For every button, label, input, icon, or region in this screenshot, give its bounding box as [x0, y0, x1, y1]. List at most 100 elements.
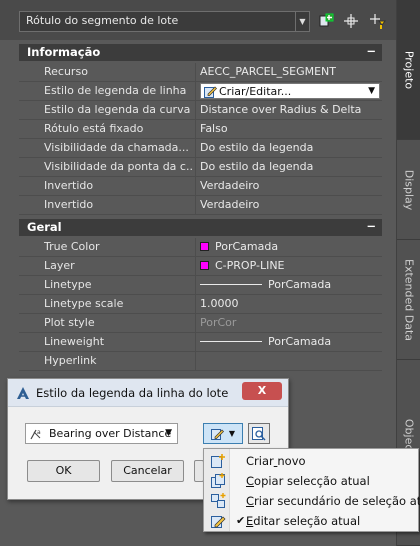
property-value: PorCamada	[215, 240, 279, 253]
preview-icon	[252, 426, 266, 441]
toggle-pickadd-icon[interactable]	[317, 12, 335, 30]
mnemonic-letter: E	[246, 514, 254, 528]
column-divider	[195, 314, 196, 332]
checkmark-icon: ✔	[236, 514, 246, 527]
mnemonic-letter	[274, 454, 278, 468]
preview-button[interactable]	[248, 423, 270, 444]
column-divider	[195, 238, 196, 256]
create-new-icon	[210, 453, 226, 469]
menu-item-label: Criar secundário de seleção atual	[246, 494, 420, 508]
collapse-icon[interactable]: −	[366, 44, 376, 58]
column-divider	[195, 63, 196, 81]
autocad-logo-icon	[16, 386, 30, 403]
close-button[interactable]: X	[242, 382, 282, 400]
property-row-linetype-scale[interactable]: Linetype scale 1.0000	[19, 295, 382, 314]
label-style-icon: a	[30, 427, 46, 444]
property-value-wrap: PorCamada	[200, 278, 331, 291]
property-key: Estilo da legenda da curva	[44, 103, 191, 116]
menu-item-label: Criar novo	[246, 454, 306, 468]
menu-item-edit-current[interactable]: ✔ Editar seleção atual	[204, 511, 418, 531]
menu-item-copy-current[interactable]: Copiar selecção atual	[204, 471, 418, 491]
column-divider	[195, 257, 196, 275]
property-row-reversed[interactable]: Invertido Verdadeiro	[19, 196, 382, 215]
property-value-wrap: PorCamada	[200, 240, 278, 253]
tab-display[interactable]: Display	[397, 140, 420, 240]
property-key: Rótulo está fixado	[44, 122, 144, 135]
property-key: Invertido	[44, 179, 94, 192]
object-type-selector[interactable]: Rótulo do segmento de lote ▼	[19, 11, 310, 32]
ok-label: OK	[55, 464, 72, 477]
chevron-down-icon[interactable]: ▼	[368, 84, 375, 99]
property-key: Visibilidade da chamada...	[44, 141, 189, 154]
ok-button[interactable]: OK	[27, 460, 100, 482]
property-value: C-PROP-LINE	[215, 259, 285, 272]
menu-item-create-child[interactable]: Criar secundário de seleção atual	[204, 491, 420, 511]
tab-projeto[interactable]: Projeto	[397, 0, 420, 140]
style-selector-value: Bearing over Distance	[49, 427, 172, 440]
column-divider	[195, 120, 196, 138]
property-row-label-pinned[interactable]: Rótulo está fixado Falso	[19, 120, 382, 139]
property-row-layer[interactable]: Layer C-PROP-LINE	[19, 257, 382, 276]
edit-style-icon	[210, 513, 226, 529]
mnemonic-letter: C	[246, 474, 255, 488]
property-value: Verdadeiro	[200, 179, 260, 192]
property-row-lineweight[interactable]: Lineweight PorCamada	[19, 333, 382, 352]
property-value: AECC_PARCEL_SEGMENT	[200, 65, 336, 78]
property-row-plot-style[interactable]: Plot style PorCor	[19, 314, 382, 333]
property-value: 1.0000	[200, 297, 239, 310]
property-value: Do estilo da legenda	[200, 141, 314, 154]
column-divider	[195, 352, 196, 370]
column-divider	[195, 276, 196, 294]
cancel-button[interactable]: Cancelar	[111, 460, 184, 482]
copy-style-icon	[210, 473, 226, 489]
column-divider	[195, 82, 196, 100]
close-icon: X	[257, 384, 267, 397]
property-row-leader-visibility[interactable]: Visibilidade da chamada... Do estilo da …	[19, 139, 382, 158]
property-row-true-color[interactable]: True Color PorCamada	[19, 238, 382, 257]
section-title: Informação	[27, 45, 101, 59]
property-key: Estilo de legenda de linha	[44, 84, 187, 97]
section-header-info[interactable]: Informação −	[19, 44, 382, 61]
column-divider	[195, 158, 196, 176]
line-label-style-dropdown[interactable]: Criar/Editar... ▼	[200, 83, 380, 99]
property-row-line-label-style[interactable]: Estilo de legenda de linha Criar/Editar.…	[19, 82, 382, 101]
property-row-flipped[interactable]: Invertido Verdadeiro	[19, 177, 382, 196]
column-divider	[195, 177, 196, 195]
chevron-down-icon[interactable]: ▼	[165, 424, 172, 443]
section-header-general[interactable]: Geral −	[19, 219, 382, 236]
select-objects-icon[interactable]	[342, 12, 360, 30]
property-row-tail-visibility[interactable]: Visibilidade da ponta da c... Do estilo …	[19, 158, 382, 177]
tab-label: Extended Data	[402, 258, 416, 341]
property-value: Do estilo da legenda	[200, 160, 314, 173]
property-row-hyperlink[interactable]: Hyperlink	[19, 352, 382, 371]
chevron-down-icon[interactable]: ▼	[229, 429, 235, 438]
menu-item-create-new[interactable]: Criar novo	[204, 451, 418, 471]
edit-style-icon	[210, 428, 224, 440]
style-selector[interactable]: a Bearing over Distance ▼	[25, 423, 178, 444]
property-row-linetype[interactable]: Linetype PorCamada	[19, 276, 382, 295]
edit-options-button[interactable]: ▼	[203, 423, 243, 444]
cancel-label: Cancelar	[123, 464, 172, 477]
quick-select-icon[interactable]	[369, 12, 387, 30]
color-swatch	[200, 242, 209, 251]
property-key: Lineweight	[44, 335, 105, 348]
property-key: Visibilidade da ponta da c...	[44, 160, 194, 173]
property-key: Linetype scale	[44, 297, 124, 310]
column-divider	[195, 295, 196, 313]
property-row-recurso[interactable]: Recurso AECC_PARCEL_SEGMENT	[19, 63, 382, 82]
tab-label: Display	[402, 169, 416, 210]
property-key: Linetype	[44, 278, 92, 291]
tab-extended-data[interactable]: Extended Data	[397, 240, 420, 360]
column-divider	[195, 101, 196, 119]
properties-toolbar: Rótulo do segmento de lote ▼	[0, 0, 396, 40]
mnemonic-letter: C	[246, 494, 255, 508]
edit-style-icon	[204, 85, 217, 101]
property-value: Falso	[200, 122, 228, 135]
property-row-curve-label-style[interactable]: Estilo da legenda da curva Distance over…	[19, 101, 382, 120]
property-value-wrap: C-PROP-LINE	[200, 259, 285, 272]
dialog-title-bar[interactable]: Estilo da legenda da linha do lote X	[8, 379, 288, 407]
property-key: True Color	[44, 240, 100, 253]
style-options-menu: Criar novo Copiar selecção atual Criar s…	[203, 448, 420, 532]
chevron-down-icon[interactable]: ▼	[295, 12, 309, 31]
collapse-icon[interactable]: −	[366, 219, 376, 233]
